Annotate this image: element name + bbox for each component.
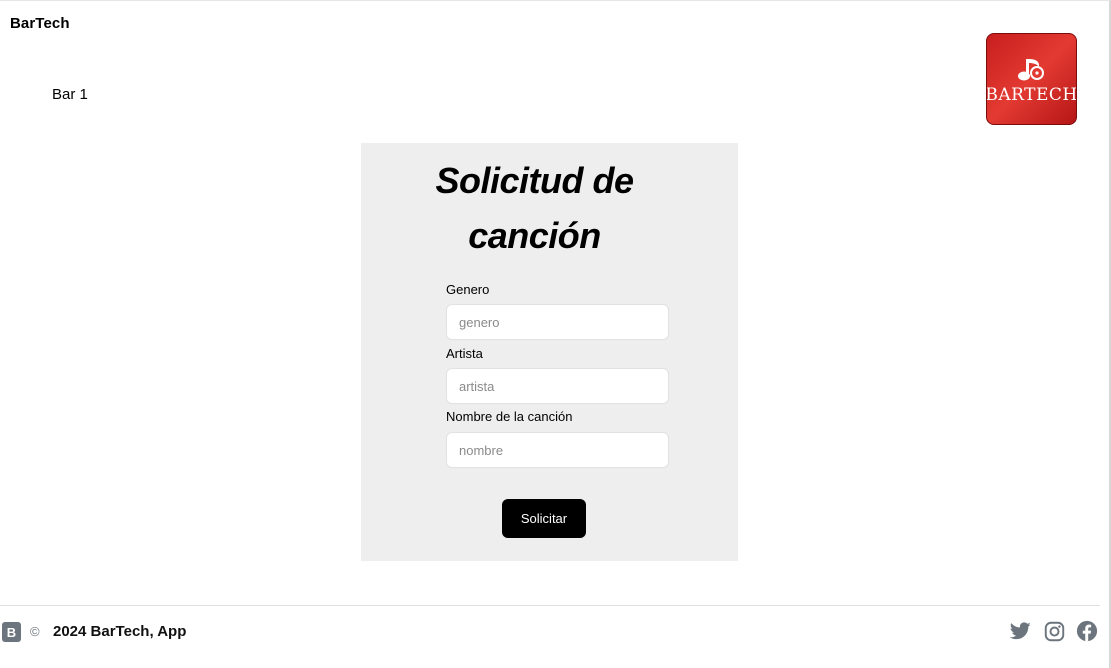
bar-name: Bar 1 [52,86,88,103]
form-title: Solicitud de canción [361,153,708,263]
bootstrap-logo-icon[interactable]: B [2,622,21,642]
copyright-symbol: © [30,624,40,639]
form-title-line1: Solicitud de [435,160,634,201]
song-name-input[interactable] [446,432,669,468]
genre-input[interactable] [446,304,669,340]
genre-label: Genero [446,282,490,297]
song-request-form: Solicitud de canción Genero Artista Nomb… [361,143,738,561]
song-name-label: Nombre de la canción [446,409,573,424]
form-title-line2: canción [468,215,601,256]
music-note-icon [1017,59,1044,81]
twitter-icon[interactable] [1009,620,1031,642]
facebook-icon[interactable] [1076,620,1098,642]
footer: B © 2024 BarTech, App [0,605,1100,668]
artist-label: Artista [446,346,483,361]
copyright-text: 2024 BarTech, App [53,623,187,640]
request-button[interactable]: Solicitar [502,499,586,538]
instagram-icon[interactable] [1043,620,1065,642]
logo-wordmark: BARTECH [986,85,1077,105]
artist-input[interactable] [446,368,669,404]
bartech-logo: BARTECH [986,33,1077,125]
brand-link[interactable]: BarTech [10,15,70,32]
